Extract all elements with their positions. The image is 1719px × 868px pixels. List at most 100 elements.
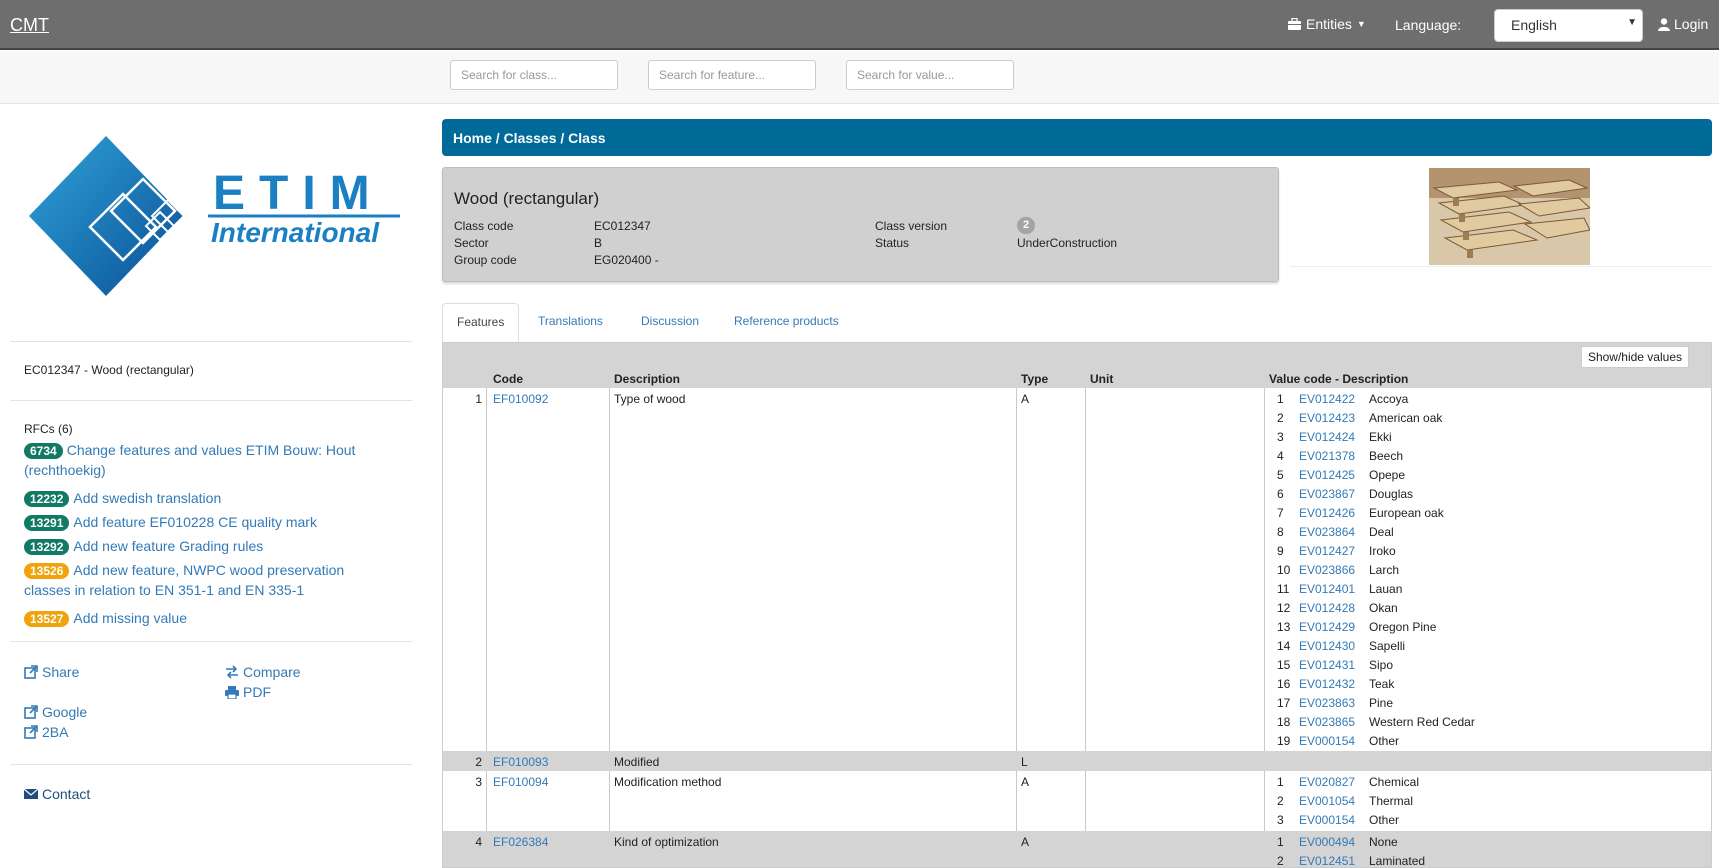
login-link[interactable]: Login [1658,16,1708,32]
value-code-link[interactable]: EV012425 [1299,468,1369,482]
feature-code-link[interactable]: EF010093 [493,755,548,769]
version-value: 2 [1017,217,1035,234]
class-summary: EC012347 - Wood (rectangular) [24,363,194,377]
rfc-link[interactable]: Add swedish translation [73,490,221,506]
rfc-link[interactable]: Add missing value [73,610,187,626]
value-code-link[interactable]: EV012451 [1299,854,1369,867]
value-search-input[interactable] [846,60,1014,90]
value-code-link[interactable]: EV023864 [1299,525,1369,539]
value-code-link[interactable]: EV012429 [1299,620,1369,634]
rfc-badge: 13291 [24,515,70,531]
class-search-input[interactable] [450,60,618,90]
value-code-link[interactable]: EV021378 [1299,449,1369,463]
2ba-label: 2BA [42,724,69,740]
value-code-link[interactable]: EV023866 [1299,563,1369,577]
value-code-link[interactable]: EV012427 [1299,544,1369,558]
value-list: 1 EV012422 Accoya 2 EV012423 American oak 3E… [1277,392,1475,753]
divider [10,400,412,401]
rfc-item[interactable]: 13291 Add feature EF010228 CE quality mar… [24,512,384,532]
value-code-link[interactable]: EV023867 [1299,487,1369,501]
envelope-icon [24,788,38,799]
value-code-link[interactable]: EV000154 [1299,813,1369,827]
compare-link[interactable]: Compare [225,664,301,680]
value-list: 1 EV000494 None 2 EV012451 Laminated [1277,835,1425,867]
value-item: 17 EV023863 Pine [1277,696,1394,710]
rfc-link[interactable]: Add new feature, NWPC wood preservation … [24,562,344,598]
value-code-link[interactable]: EV012401 [1299,582,1369,596]
value-code-link[interactable]: EV000154 [1299,734,1369,748]
value-code-link[interactable]: EV012422 [1299,392,1369,406]
pdf-link[interactable]: PDF [225,684,271,700]
login-label: Login [1674,16,1709,32]
value-code-link[interactable]: EV023865 [1299,715,1369,729]
brand-link[interactable]: CMT [10,15,49,36]
value-item: 3 EV000154 Other [1277,813,1400,827]
2ba-link[interactable]: 2BA [24,724,68,740]
value-code-link[interactable]: EV012424 [1299,430,1369,444]
feature-description: Modification method [614,775,722,789]
entities-dropdown[interactable]: Entities ▼ [1288,16,1366,32]
value-code-link[interactable]: EV000494 [1299,835,1369,849]
google-link[interactable]: Google [24,704,87,720]
feature-code-link[interactable]: EF010092 [493,392,548,406]
value-code-link[interactable]: EV012430 [1299,639,1369,653]
tab-reference-products[interactable]: Reference products [720,303,853,343]
feature-type: L [1021,755,1028,769]
value-list: 1 EV020827 Chemical 2 EV001054 Thermal 3 EV00… [1277,775,1419,832]
pdf-label: PDF [243,684,271,700]
share-link[interactable]: Share [24,664,79,680]
rfc-item[interactable]: 6734 Change features and values ETIM Bouw… [24,440,384,480]
value-code-link[interactable]: EV001054 [1299,794,1369,808]
value-code-link[interactable]: EV012428 [1299,601,1369,615]
rfcs-heading: RFCs (6) [24,422,73,436]
value-code-link[interactable]: EV012423 [1299,411,1369,425]
value-code-link[interactable]: EV012431 [1299,658,1369,672]
tab-translations[interactable]: Translations [524,303,617,343]
breadcrumb[interactable]: Home / Classes / Class [442,119,1712,156]
table-row: 1 EF010092 Type of wood A 1 EV012422 Accoy… [443,388,1711,751]
value-code-link[interactable]: EV012426 [1299,506,1369,520]
external-link-icon [24,665,38,679]
print-icon [225,686,239,699]
value-item: 14 EV012430 Sapelli [1277,639,1406,653]
class-title: Wood (rectangular) [454,189,600,208]
value-item: 1 EV020827 Chemical [1277,775,1420,789]
user-icon [1658,17,1670,31]
sector-value: B [594,236,603,250]
rfc-link[interactable]: Add new feature Grading rules [73,538,263,554]
class-version-label: Class version [875,219,948,233]
chevron-down-icon: ▼ [1356,19,1366,29]
rfc-item[interactable]: 13292 Add new feature Grading rules [24,536,384,556]
feature-description: Type of wood [614,392,686,406]
rfc-badge: 13526 [24,563,70,579]
search-bar [0,52,1719,104]
show-hide-values-button[interactable]: Show/hide values [1580,346,1689,368]
feature-search-input[interactable] [648,60,816,90]
value-item: 15 EV012431 Sipo [1277,658,1394,672]
entities-label: Entities [1306,16,1352,32]
rfc-link[interactable]: Change features and values ETIM Bouw: Ho… [24,442,355,478]
group-code-label: Group code [454,253,517,267]
value-item: 1 EV012422 Accoya [1277,392,1409,406]
contact-link[interactable]: Contact [24,786,90,802]
value-item: 1 EV000494 None [1277,835,1398,849]
value-code-link[interactable]: EV012432 [1299,677,1369,691]
sector-label: Sector [454,236,489,250]
top-navbar: CMT Entities ▼ Language: English ▼ Login [0,0,1719,50]
tab-discussion[interactable]: Discussion [627,303,713,343]
class-code-label: Class code [454,219,514,233]
feature-code-link[interactable]: EF026384 [493,835,548,849]
rfc-link[interactable]: Add feature EF010228 CE quality mark [73,514,317,530]
language-select[interactable]: English ▼ [1494,9,1643,42]
value-code-link[interactable]: EV023863 [1299,696,1369,710]
value-item: 5 EV012425 Opepe [1277,468,1406,482]
row-number: 4 [475,835,482,849]
feature-code-link[interactable]: EF010094 [493,775,548,789]
value-code-link[interactable]: EV020827 [1299,775,1369,789]
rfc-item[interactable]: 13527 Add missing value [24,608,384,628]
rfc-item[interactable]: 13526 Add new feature, NWPC wood preserva… [24,560,384,600]
rfc-item[interactable]: 12232 Add swedish translation [24,488,384,508]
row-number: 2 [475,755,482,769]
header-code: Code [493,372,523,386]
tab-features[interactable]: Features [442,303,520,344]
